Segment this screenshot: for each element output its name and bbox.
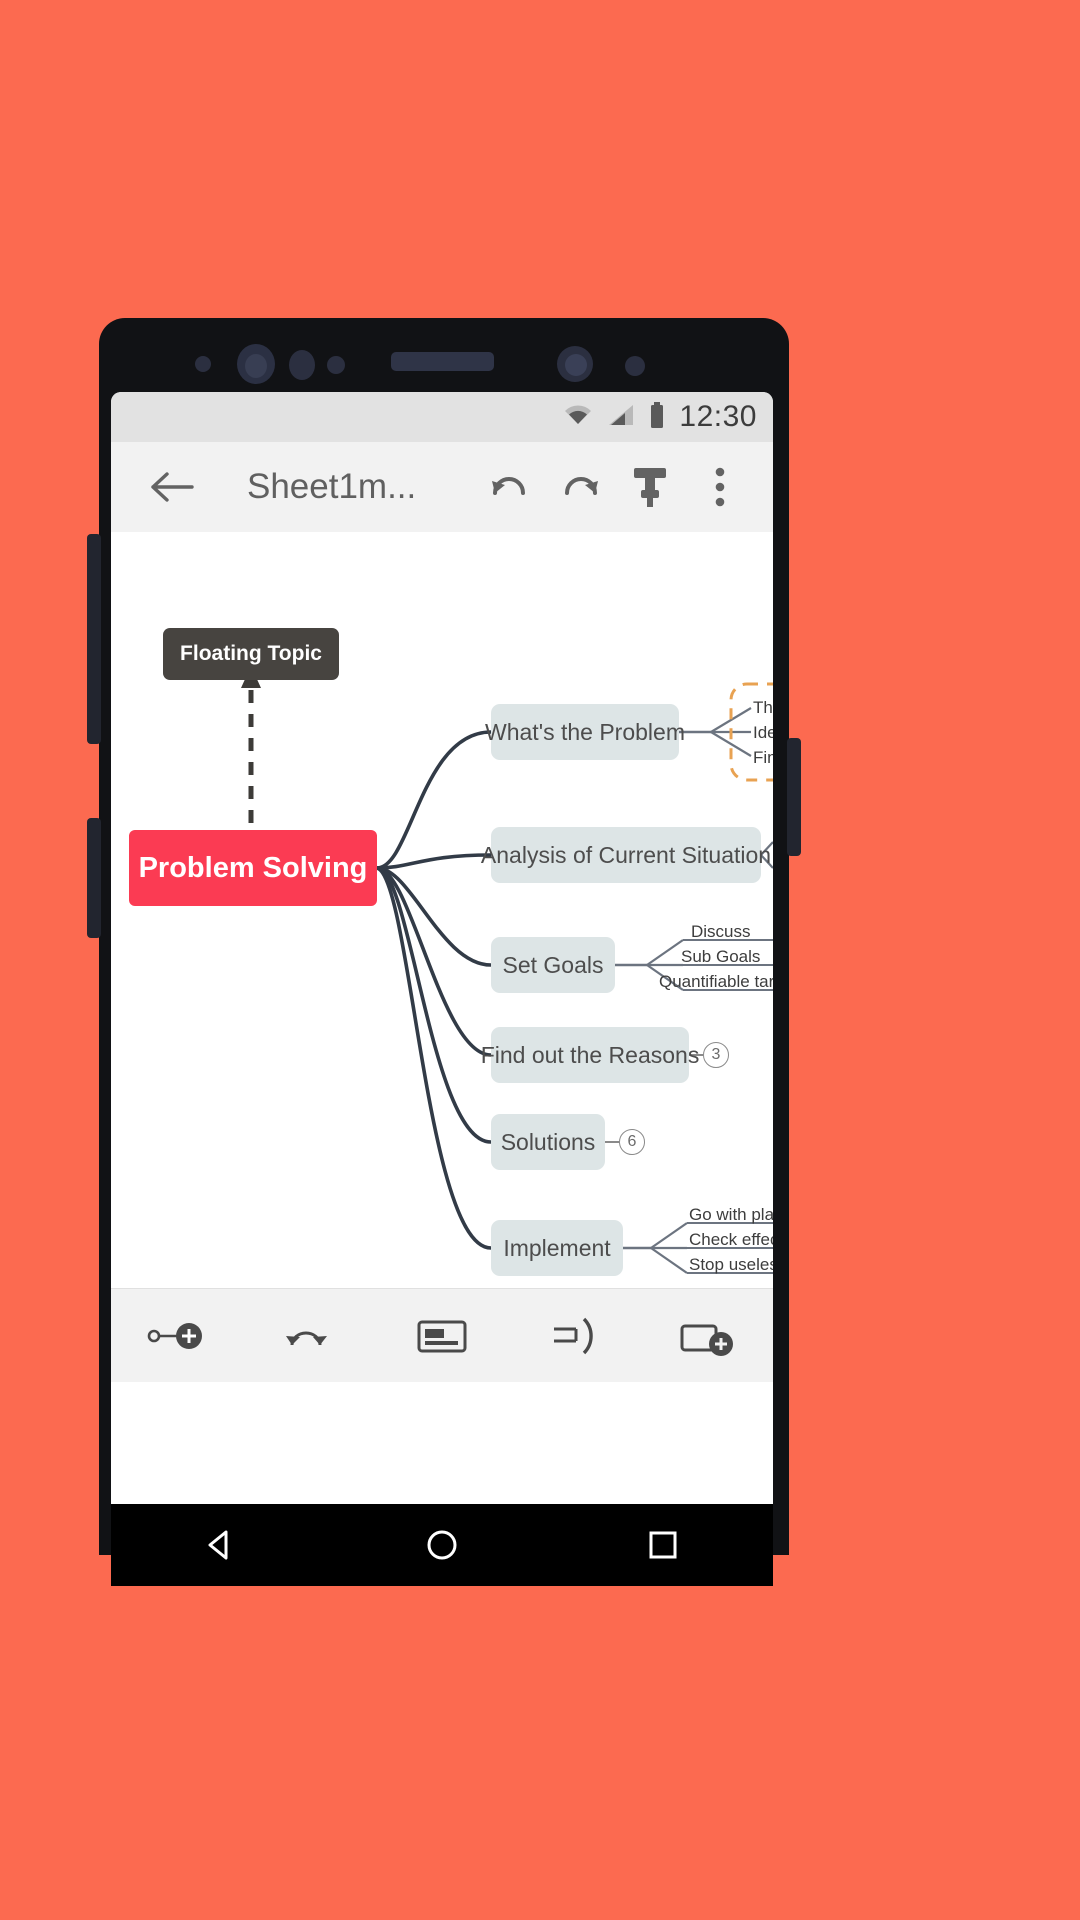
leaf-text: Discuss (691, 922, 751, 941)
phone-device: 12:30 Sheet1m... Floating Topic Problem … (87, 318, 801, 1586)
floating-topic-label: Floating Topic (180, 642, 322, 665)
leaf-label[interactable]: Th (753, 698, 773, 718)
back-arrow-icon[interactable] (141, 456, 203, 518)
leaf-label[interactable]: Fin (753, 748, 773, 768)
proximity-sensor-icon (289, 350, 315, 380)
branch-node-implement[interactable]: Implement (491, 1220, 623, 1276)
badge-count: 3 (711, 1046, 721, 1063)
more-vertical-icon[interactable] (689, 456, 751, 518)
branch-label: Implement (503, 1234, 611, 1261)
leaf-text: Th (753, 698, 773, 717)
leaf-label[interactable]: Go with plans (689, 1205, 773, 1225)
bottom-toolbar (111, 1288, 773, 1382)
nav-recents-square-icon[interactable] (628, 1515, 698, 1575)
secondary-camera-lens-icon (565, 354, 587, 376)
leaf-label[interactable]: Check effect of (689, 1230, 773, 1250)
volume-up-button[interactable] (87, 534, 101, 744)
leaf-text: Stop useless so (689, 1255, 773, 1274)
status-bar: 12:30 (111, 392, 773, 442)
android-navigation-bar (111, 1504, 773, 1586)
phone-screen: 12:30 Sheet1m... Floating Topic Problem … (111, 392, 773, 1504)
cellular-signal-icon (607, 403, 635, 432)
branch-label: Find out the Reasons (480, 1041, 700, 1068)
mindmap-canvas[interactable]: Floating Topic Problem Solving What's th… (111, 532, 773, 1382)
wifi-icon (563, 403, 593, 432)
sensor-dot-icon (195, 356, 211, 372)
collapsed-count-badge[interactable]: 6 (619, 1129, 645, 1155)
leaf-text: Go with plans (689, 1205, 773, 1224)
leaf-text: Ide (753, 723, 773, 742)
device-bezel-sensors (99, 318, 789, 400)
branch-node-analysis[interactable]: Analysis of Current Situation (481, 827, 771, 883)
redo-icon[interactable] (549, 456, 611, 518)
leaf-label[interactable]: Stop useless so (689, 1255, 773, 1275)
battery-icon (649, 401, 665, 433)
leaf-text: Check effect of (689, 1230, 773, 1249)
add-subtopic-icon[interactable] (137, 1301, 217, 1371)
branch-label: Set Goals (502, 951, 604, 978)
power-button[interactable] (787, 738, 801, 856)
floating-topic-node[interactable]: Floating Topic (163, 628, 339, 680)
earpiece-speaker-icon (391, 352, 494, 371)
branch-label: What's the Problem (485, 718, 685, 745)
format-brush-icon[interactable] (619, 456, 681, 518)
branch-node-whats-the-problem[interactable]: What's the Problem (485, 704, 685, 760)
light-sensor-icon (327, 356, 345, 374)
volume-down-button[interactable] (87, 818, 101, 938)
add-floating-topic-icon[interactable] (667, 1301, 747, 1371)
branch-label: Solutions (500, 1128, 596, 1155)
leaf-label[interactable]: Ide (753, 723, 773, 743)
leaf-text: Fin (753, 748, 773, 767)
led-indicator-icon (625, 356, 645, 376)
leaf-text: Sub Goals (681, 947, 761, 966)
collapsed-count-badge[interactable]: 3 (703, 1042, 729, 1068)
leaf-label[interactable]: Sub Goals (681, 947, 760, 967)
central-topic-node[interactable]: Problem Solving (129, 830, 377, 906)
add-relationship-icon[interactable] (270, 1301, 350, 1371)
leaf-label[interactable]: Quantifiable targe (659, 972, 773, 992)
status-time: 12:30 (679, 400, 757, 433)
page-title: Sheet1m... (247, 467, 417, 506)
branch-node-find-out-reasons[interactable]: Find out the Reasons (481, 1027, 699, 1083)
nav-back-triangle-icon[interactable] (186, 1515, 256, 1575)
add-boundary-icon[interactable] (534, 1301, 614, 1371)
branch-node-set-goals[interactable]: Set Goals (491, 937, 615, 993)
central-topic-label: Problem Solving (138, 851, 368, 884)
branch-label: Analysis of Current Situation (480, 841, 772, 868)
front-camera-lens-icon (245, 354, 267, 378)
badge-count: 6 (627, 1133, 637, 1150)
nav-home-circle-icon[interactable] (407, 1515, 477, 1575)
insert-image-icon[interactable] (402, 1301, 482, 1371)
leaf-label[interactable]: Discuss (691, 922, 751, 942)
undo-icon[interactable] (479, 456, 541, 518)
leaf-text: Quantifiable targe (659, 972, 773, 991)
branch-node-solutions[interactable]: Solutions (491, 1114, 605, 1170)
app-toolbar: Sheet1m... (111, 442, 773, 532)
